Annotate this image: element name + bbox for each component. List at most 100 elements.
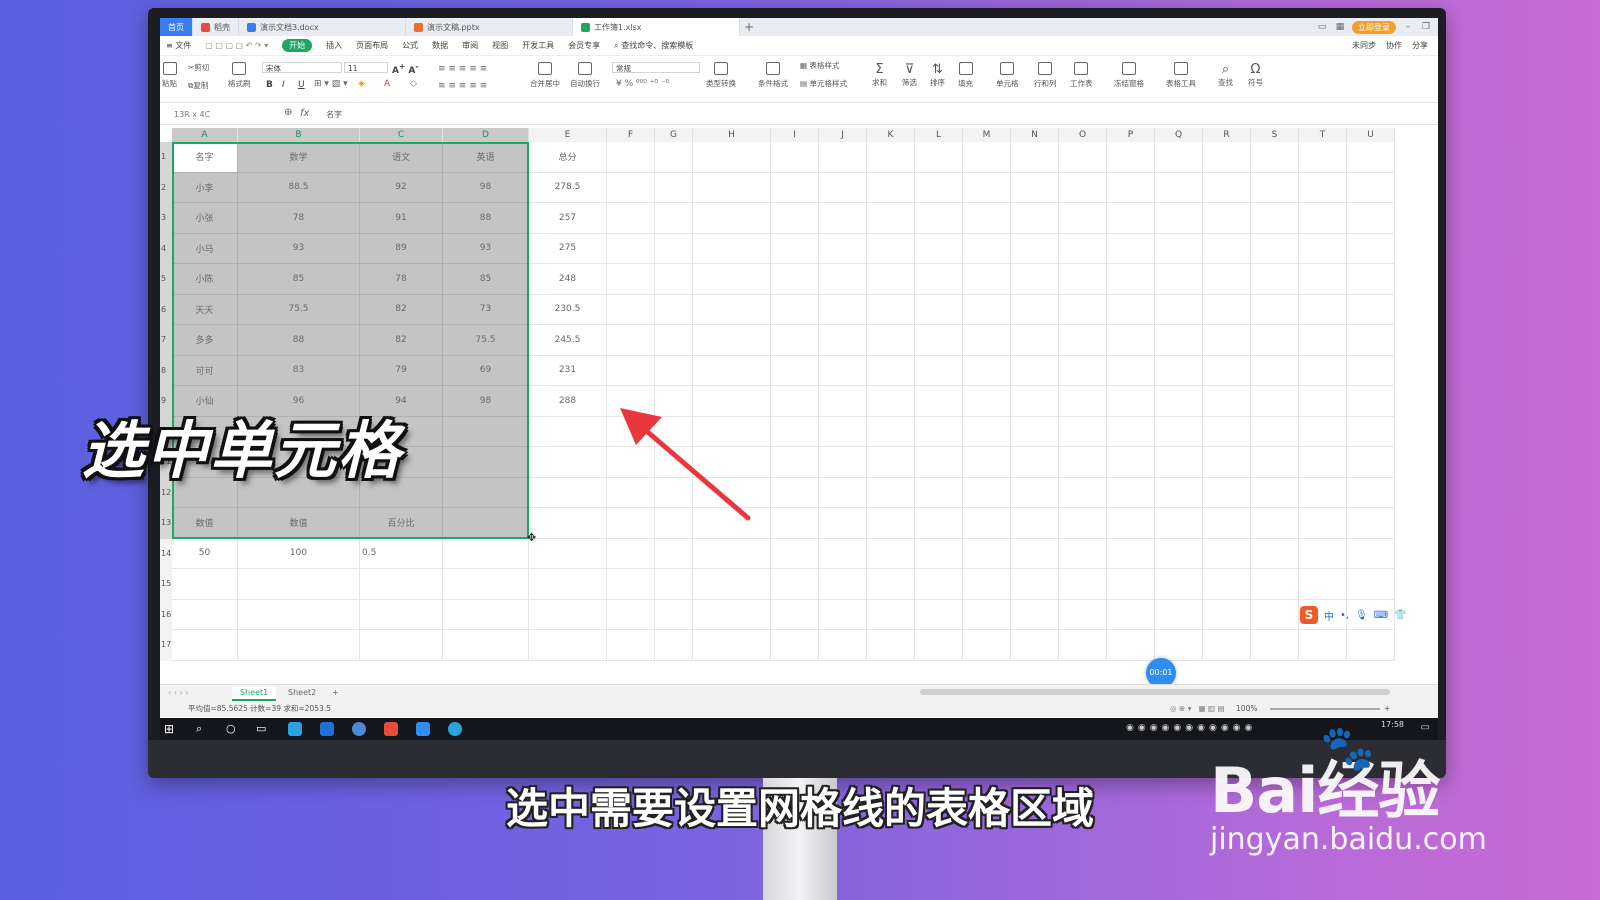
cell[interactable]	[1059, 294, 1107, 325]
cell[interactable]: 85	[443, 264, 529, 295]
cell[interactable]	[607, 569, 655, 600]
cell[interactable]	[771, 325, 819, 356]
cell[interactable]	[819, 599, 867, 630]
cell[interactable]	[360, 599, 443, 630]
cell[interactable]	[1155, 325, 1203, 356]
table-tools-button[interactable]: 表格工具	[1166, 62, 1196, 89]
cell[interactable]	[1251, 203, 1299, 234]
cell[interactable]	[819, 386, 867, 417]
cell[interactable]: 85	[238, 264, 360, 295]
cell[interactable]	[1011, 233, 1059, 264]
cell[interactable]	[607, 294, 655, 325]
cell[interactable]: 数学	[238, 142, 360, 173]
cell[interactable]: 88.5	[238, 172, 360, 203]
row-header[interactable]: 4	[160, 233, 172, 264]
cell[interactable]	[1251, 416, 1299, 447]
skin-icon[interactable]: 👕	[1394, 610, 1406, 621]
cell[interactable]	[1251, 569, 1299, 600]
cell-button[interactable]: 单元格	[996, 62, 1019, 89]
cell[interactable]	[819, 447, 867, 478]
cell[interactable]	[819, 538, 867, 569]
cell[interactable]	[693, 325, 771, 356]
cell[interactable]	[771, 294, 819, 325]
cell[interactable]	[771, 599, 819, 630]
cell[interactable]: 数值	[238, 508, 360, 539]
cell[interactable]	[771, 264, 819, 295]
zoom-icon[interactable]: ⊕	[284, 107, 292, 118]
cell[interactable]	[1155, 538, 1203, 569]
cell[interactable]	[819, 630, 867, 661]
cell[interactable]	[915, 233, 963, 264]
cell[interactable]: 92	[360, 172, 443, 203]
cell[interactable]	[1203, 447, 1251, 478]
cell[interactable]	[819, 569, 867, 600]
cut-button[interactable]: ✂剪切	[188, 62, 209, 73]
cell[interactable]	[607, 233, 655, 264]
cell[interactable]	[1203, 142, 1251, 173]
conditional-format-button[interactable]: 条件格式	[758, 62, 788, 89]
row-header[interactable]: 3	[160, 203, 172, 234]
column-header[interactable]: C	[360, 128, 443, 142]
cell[interactable]	[819, 233, 867, 264]
cell[interactable]	[1203, 386, 1251, 417]
column-header[interactable]: D	[443, 128, 529, 142]
cell[interactable]	[1011, 508, 1059, 539]
cell[interactable]: 小张	[172, 203, 238, 234]
cell[interactable]	[1011, 203, 1059, 234]
cell[interactable]	[172, 630, 238, 661]
row-header[interactable]: 14	[160, 538, 172, 569]
cell[interactable]	[867, 264, 915, 295]
paste-button[interactable]: 粘贴	[162, 62, 177, 89]
cell[interactable]	[655, 355, 693, 386]
tab-docer[interactable]: 稻壳	[193, 18, 239, 36]
cell[interactable]	[693, 172, 771, 203]
cell[interactable]	[819, 264, 867, 295]
copy-button[interactable]: ⧉复制	[188, 80, 208, 91]
menu-review[interactable]: 审阅	[462, 40, 478, 51]
cell[interactable]	[771, 508, 819, 539]
cell[interactable]	[771, 355, 819, 386]
cell[interactable]: 小李	[172, 172, 238, 203]
cell[interactable]	[1251, 294, 1299, 325]
cell[interactable]	[915, 386, 963, 417]
cell[interactable]	[1203, 630, 1251, 661]
cell[interactable]	[1251, 264, 1299, 295]
cell[interactable]	[819, 355, 867, 386]
cell[interactable]	[771, 172, 819, 203]
menu-insert[interactable]: 插入	[326, 40, 342, 51]
align-icons[interactable]: ≡ ≡ ≡ ≡ ≡ ≡ ≡ ≡ ≡ ≡	[438, 61, 487, 95]
cell[interactable]	[963, 599, 1011, 630]
ime-toolbar[interactable]: S 中 •, 🎙 ⌨ 👕	[1300, 606, 1407, 624]
column-header[interactable]: J	[819, 128, 867, 142]
cell[interactable]: 名字	[172, 142, 238, 173]
cell[interactable]: 88	[238, 325, 360, 356]
cell[interactable]	[1347, 538, 1395, 569]
column-header[interactable]: E	[529, 128, 607, 142]
cell[interactable]	[963, 264, 1011, 295]
cell[interactable]	[1059, 416, 1107, 447]
cell[interactable]	[1299, 508, 1347, 539]
name-box[interactable]: 13R x 4C	[174, 109, 252, 121]
font-grow-icon[interactable]: A+ A-	[392, 62, 419, 76]
tab-xlsx[interactable]: 工作簿1.xlsx	[573, 18, 740, 36]
cell[interactable]: 93	[238, 233, 360, 264]
cell[interactable]	[1299, 630, 1347, 661]
cell[interactable]	[1155, 203, 1203, 234]
cell[interactable]	[1251, 325, 1299, 356]
column-header[interactable]: M	[963, 128, 1011, 142]
row-header[interactable]: 5	[160, 264, 172, 295]
cell[interactable]	[819, 172, 867, 203]
windows-start-icon[interactable]: ⊞	[164, 722, 178, 736]
cell[interactable]	[1347, 203, 1395, 234]
cell[interactable]: 73	[443, 294, 529, 325]
cell[interactable]	[963, 355, 1011, 386]
cell[interactable]	[1011, 386, 1059, 417]
cell[interactable]: 多多	[172, 325, 238, 356]
cell[interactable]	[915, 447, 963, 478]
cell[interactable]	[1299, 294, 1347, 325]
cell[interactable]	[1155, 508, 1203, 539]
cell[interactable]	[1059, 386, 1107, 417]
cell[interactable]	[1155, 264, 1203, 295]
cell[interactable]	[771, 569, 819, 600]
cell[interactable]	[867, 538, 915, 569]
